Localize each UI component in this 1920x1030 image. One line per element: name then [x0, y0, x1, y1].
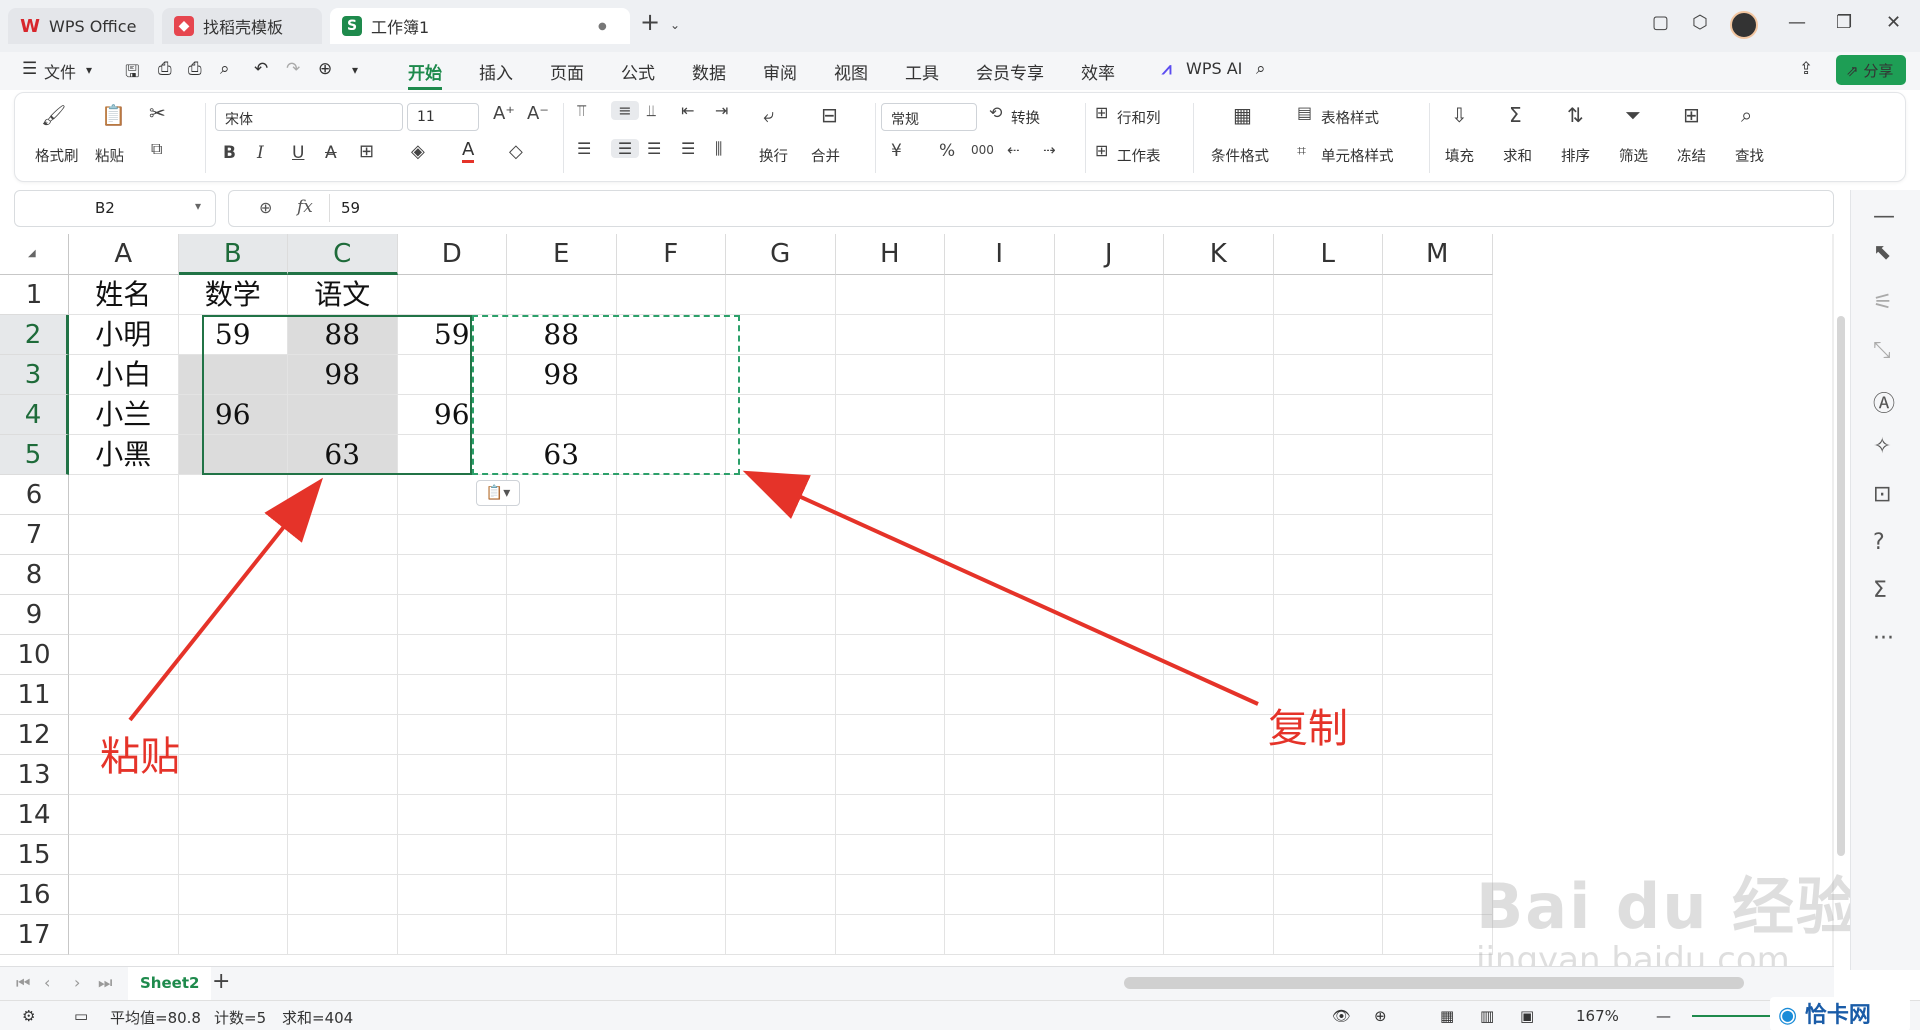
sheet-view-icon[interactable]: ▭: [74, 1007, 88, 1025]
more-icon[interactable]: ···: [1873, 626, 1894, 651]
sheet-tabs-bar: ⏮ ‹ › ⏭ Sheet2 +: [0, 966, 1834, 1000]
page-layout-icon[interactable]: ▥: [1480, 1007, 1494, 1025]
transform-icon[interactable]: ⤡: [1873, 338, 1891, 363]
page-break-icon[interactable]: ▣: [1520, 1007, 1534, 1025]
watermark-brand: Bai du 经验: [1476, 870, 1861, 943]
status-sum[interactable]: 求和=404: [282, 1007, 353, 1028]
last-sheet-icon[interactable]: ⏭: [98, 973, 112, 993]
zoom-level[interactable]: 167%: [1576, 1007, 1619, 1025]
zoom-out-icon[interactable]: —: [1656, 1007, 1671, 1025]
status-average[interactable]: 平均值=80.8: [110, 1007, 201, 1028]
zoom-slider[interactable]: [1692, 1015, 1772, 1017]
eye-icon[interactable]: 👁: [1332, 1007, 1351, 1025]
first-sheet-icon[interactable]: ⏮: [16, 973, 30, 993]
collapse-icon[interactable]: —: [1873, 204, 1895, 229]
crosshair-icon[interactable]: ⊕: [1374, 1007, 1387, 1025]
prev-sheet-icon[interactable]: ‹: [44, 973, 50, 992]
sheet-tab-sheet2[interactable]: Sheet2: [128, 967, 212, 1000]
copy-annotation: 复制: [1268, 706, 1348, 752]
site-logo: ◉ 恰卡网: [1770, 997, 1910, 1030]
help-icon[interactable]: ?: [1873, 530, 1885, 555]
horizontal-scrollbar[interactable]: [1124, 977, 1744, 989]
select-tool-icon[interactable]: ⬉: [1873, 240, 1891, 265]
ai-icon[interactable]: Ⓐ: [1873, 386, 1895, 418]
next-sheet-icon[interactable]: ›: [74, 973, 80, 992]
macro-icon[interactable]: ⚙: [22, 1007, 35, 1025]
logo-icon: ◉: [1778, 1003, 1798, 1028]
copy-arrow: [742, 470, 1259, 706]
right-side-panel: — ⬉ ⚟ ⤡ Ⓐ ✧ ⊡ ? Σ ···: [1850, 190, 1920, 970]
logo-text: 恰卡网: [1804, 1003, 1871, 1028]
paste-annotation: 粘贴: [100, 734, 180, 780]
tools-icon[interactable]: ✧: [1873, 434, 1891, 459]
formula-sum-icon[interactable]: Σ: [1873, 578, 1887, 603]
settings-sliders-icon[interactable]: ⚟: [1873, 290, 1893, 315]
add-sheet-button[interactable]: +: [212, 969, 230, 994]
status-count[interactable]: 计数=5: [214, 1007, 266, 1028]
paste-arrow: [128, 477, 323, 722]
normal-view-icon[interactable]: ▦: [1440, 1007, 1454, 1025]
status-bar: ⚙ ▭ 平均值=80.8 计数=5 求和=404 👁 ⊕ ▦ ▥ ▣ 167% …: [0, 997, 1920, 1030]
wps-window: { "tabs":{"wps":"WPS Office","template":…: [0, 0, 1920, 1030]
book-icon[interactable]: ⊡: [1873, 482, 1891, 507]
